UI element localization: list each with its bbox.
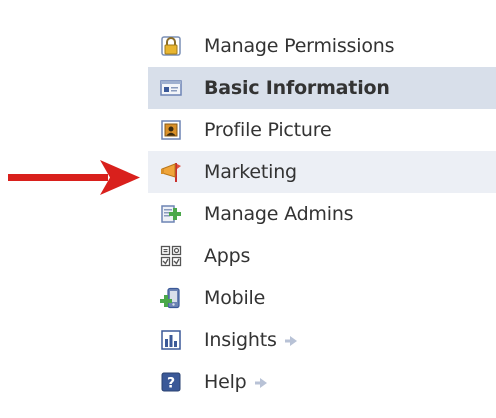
sidebar-item-label: Manage Admins bbox=[204, 203, 354, 225]
sidebar-item-label-text: Help bbox=[204, 371, 247, 393]
add-admin-icon bbox=[161, 205, 181, 223]
question-icon: ? bbox=[161, 372, 181, 392]
mobile-plus-icon bbox=[160, 287, 180, 309]
page: Manage Permissions Basic Information Pro… bbox=[0, 0, 496, 418]
sidebar-item-mobile[interactable]: Mobile bbox=[148, 277, 496, 319]
apps-grid-icon bbox=[160, 245, 182, 267]
picture-frame-icon bbox=[161, 120, 181, 140]
sidebar-item-label: Mobile bbox=[204, 287, 266, 309]
sidebar-item-basic-information[interactable]: Basic Information bbox=[148, 67, 496, 109]
megaphone-flag-icon bbox=[161, 163, 181, 182]
external-arrow-icon bbox=[254, 377, 267, 388]
sidebar-item-label-text: Insights bbox=[204, 329, 277, 351]
lock-icon bbox=[161, 36, 181, 56]
red-arrow-icon bbox=[8, 160, 140, 195]
sidebar-item-label: Basic Information bbox=[204, 77, 390, 99]
sidebar-item-label: Help bbox=[204, 371, 267, 393]
sidebar-menu: Manage Permissions Basic Information Pro… bbox=[148, 25, 496, 403]
sidebar-item-label: Marketing bbox=[204, 161, 297, 183]
sidebar-item-manage-admins[interactable]: Manage Admins bbox=[148, 193, 496, 235]
external-arrow-icon bbox=[284, 335, 297, 346]
sidebar-item-help[interactable]: ? Help bbox=[148, 361, 496, 403]
bar-chart-icon bbox=[161, 330, 181, 350]
id-card-icon bbox=[160, 80, 182, 96]
sidebar-item-label: Profile Picture bbox=[204, 119, 332, 141]
sidebar-item-apps[interactable]: Apps bbox=[148, 235, 496, 277]
sidebar-item-label: Manage Permissions bbox=[204, 35, 395, 57]
svg-text:?: ? bbox=[167, 376, 175, 392]
sidebar-item-manage-permissions[interactable]: Manage Permissions bbox=[148, 25, 496, 67]
sidebar-item-label: Apps bbox=[204, 245, 251, 267]
sidebar-item-marketing[interactable]: Marketing bbox=[148, 151, 496, 193]
sidebar-item-insights[interactable]: Insights bbox=[148, 319, 496, 361]
sidebar-item-label: Insights bbox=[204, 329, 297, 351]
sidebar-item-profile-picture[interactable]: Profile Picture bbox=[148, 109, 496, 151]
